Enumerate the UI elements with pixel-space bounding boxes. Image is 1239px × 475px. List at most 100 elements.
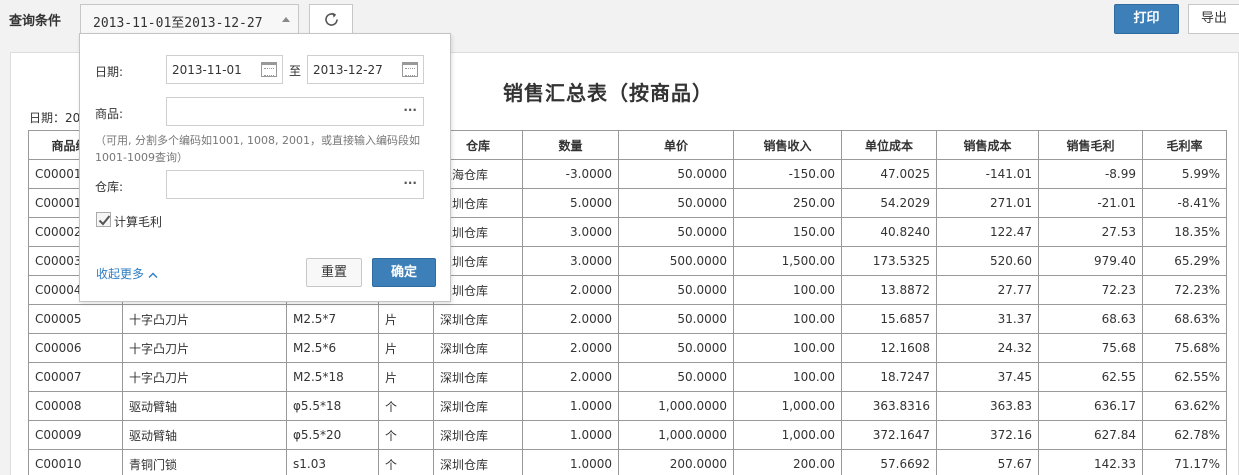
table-cell: 12.1608 [841, 333, 937, 363]
table-cell: 1,000.00 [733, 391, 842, 421]
table-cell: 深圳仓库 [433, 333, 523, 363]
table-cell: 50.0000 [618, 333, 734, 363]
table-cell: 2.0000 [522, 275, 619, 305]
table-cell: 个 [378, 420, 434, 450]
column-header: 单价 [618, 130, 734, 160]
chevron-up-icon [148, 272, 158, 278]
table-cell: -150.00 [733, 159, 842, 189]
reset-button[interactable]: 重置 [306, 258, 362, 287]
table-cell: 27.53 [1038, 217, 1143, 247]
table-cell: 72.23% [1142, 275, 1227, 305]
refresh-button[interactable] [309, 4, 353, 34]
calendar-icon[interactable] [402, 62, 418, 77]
table-cell: 1,500.00 [733, 246, 842, 276]
table-cell: 200.00 [733, 449, 842, 475]
table-cell: 31.37 [936, 304, 1039, 334]
table-cell: 68.63% [1142, 304, 1227, 334]
table-cell: 18.7247 [841, 362, 937, 392]
table-row: C00010 青铜门锁 s1.03 个深圳仓库 1.0000 200.0000 200.00… [28, 449, 1227, 475]
more-options-icon[interactable]: ··· [403, 103, 417, 117]
table-cell: 72.23 [1038, 275, 1143, 305]
more-options-icon[interactable]: ··· [403, 176, 417, 190]
table-cell: 100.00 [733, 304, 842, 334]
table-cell: -3.0000 [522, 159, 619, 189]
table-cell: 100.00 [733, 362, 842, 392]
table-cell: 627.84 [1038, 420, 1143, 450]
table-cell: 十字凸刀片 [122, 333, 287, 363]
table-cell: M2.5*18 [286, 362, 379, 392]
table-cell: φ5.5*20 [286, 420, 379, 450]
table-cell: C00010 [28, 449, 123, 475]
query-label: 查询条件 [9, 14, 62, 29]
table-cell: M2.5*6 [286, 333, 379, 363]
table-cell: 1,000.00 [733, 420, 842, 450]
table-cell: 个 [378, 449, 434, 475]
filter-panel: 日期: 2013-11-01 至 2013-12-27 商品: ··· （可用,… [79, 33, 451, 302]
warehouse-label: 仓库: [95, 180, 124, 194]
table-cell: 363.83 [936, 391, 1039, 421]
table-cell: 27.77 [936, 275, 1039, 305]
table-cell: 520.60 [936, 246, 1039, 276]
table-cell: 十字凸刀片 [122, 362, 287, 392]
table-cell: 372.1647 [841, 420, 937, 450]
gross-profit-label: 计算毛利 [114, 215, 163, 229]
table-cell: M2.5*7 [286, 304, 379, 334]
table-cell: φ5.5*18 [286, 391, 379, 421]
table-cell: 500.0000 [618, 246, 734, 276]
column-header: 销售收入 [733, 130, 842, 160]
date-to-input[interactable]: 2013-12-27 [307, 55, 424, 84]
table-cell: 50.0000 [618, 275, 734, 305]
table-cell: 深圳仓库 [433, 420, 523, 450]
table-cell: -141.01 [936, 159, 1039, 189]
confirm-button[interactable]: 确定 [372, 258, 436, 287]
caret-up-icon [282, 17, 290, 22]
table-cell: 驱动臂轴 [122, 420, 287, 450]
table-cell: 24.32 [936, 333, 1039, 363]
table-cell: 173.5325 [841, 246, 937, 276]
table-cell: C00007 [28, 362, 123, 392]
date-range-select[interactable]: 2013-11-01至2013-12-27 [80, 4, 299, 34]
table-cell: 深圳仓库 [433, 362, 523, 392]
table-cell: 37.45 [936, 362, 1039, 392]
calendar-icon[interactable] [261, 62, 277, 77]
column-header: 销售毛利 [1038, 130, 1143, 160]
print-button[interactable]: 打印 [1114, 4, 1179, 34]
table-cell: 1.0000 [522, 449, 619, 475]
table-cell: 65.29% [1142, 246, 1227, 276]
table-cell: 62.55 [1038, 362, 1143, 392]
table-cell: 2.0000 [522, 362, 619, 392]
table-cell: 57.6692 [841, 449, 937, 475]
table-cell: C00005 [28, 304, 123, 334]
table-cell: 250.00 [733, 188, 842, 218]
date-range-value: 2013-11-01至2013-12-27 [93, 16, 263, 31]
product-hint: （可用, 分割多个编码如1001, 1008, 2001，或直接输入编码段如10… [95, 134, 420, 164]
table-cell: 1.0000 [522, 420, 619, 450]
export-button[interactable]: 导出 [1188, 4, 1239, 34]
date-from-input[interactable]: 2013-11-01 [166, 55, 283, 84]
collapse-more-link[interactable]: 收起更多 [96, 265, 158, 282]
table-cell: 68.63 [1038, 304, 1143, 334]
table-cell: 青铜门锁 [122, 449, 287, 475]
table-cell: 62.78% [1142, 420, 1227, 450]
table-cell: 18.35% [1142, 217, 1227, 247]
checkbox-box[interactable] [96, 212, 111, 227]
table-cell: 636.17 [1038, 391, 1143, 421]
table-cell: C00009 [28, 420, 123, 450]
table-cell: 50.0000 [618, 304, 734, 334]
product-input[interactable]: ··· [166, 97, 424, 126]
table-cell: -8.41% [1142, 188, 1227, 218]
date-label: 日期: [95, 65, 124, 79]
column-header: 销售成本 [936, 130, 1039, 160]
table-cell: 2.0000 [522, 333, 619, 363]
table-cell: 片 [378, 304, 434, 334]
table-cell: 50.0000 [618, 217, 734, 247]
table-cell: 深圳仓库 [433, 391, 523, 421]
date-from-value: 2013-11-01 [172, 63, 242, 77]
warehouse-input[interactable]: ··· [166, 170, 424, 199]
table-cell: 122.47 [936, 217, 1039, 247]
table-cell: 75.68 [1038, 333, 1143, 363]
table-cell: 15.6857 [841, 304, 937, 334]
collapse-more-label: 收起更多 [96, 267, 145, 281]
table-cell: 片 [378, 362, 434, 392]
report-date-line: 日期：20 [29, 111, 81, 125]
